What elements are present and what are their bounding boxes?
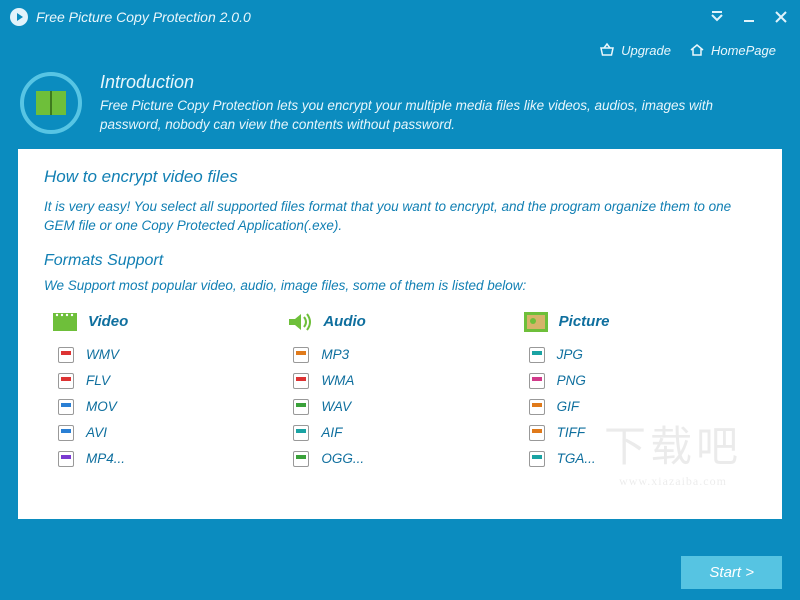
intro-title: Introduction [100, 72, 760, 93]
file-icon [293, 373, 309, 389]
file-icon [529, 373, 545, 389]
file-icon [529, 399, 545, 415]
titlebar: Free Picture Copy Protection 2.0.0 [0, 0, 800, 34]
list-item: JPG [523, 347, 748, 363]
video-icon [52, 311, 78, 333]
list-item: MP3 [287, 347, 512, 363]
list-item: PNG [523, 373, 748, 389]
list-item: WMA [287, 373, 512, 389]
list-item: MOV [52, 399, 277, 415]
column-audio: Audio MP3 WMA WAV AIF OGG... [287, 311, 512, 477]
column-audio-label: Audio [323, 313, 366, 330]
start-button[interactable]: Start > [681, 556, 782, 589]
file-icon [58, 399, 74, 415]
intro-icon [20, 72, 82, 134]
homepage-label: HomePage [711, 43, 776, 58]
file-icon [529, 347, 545, 363]
upgrade-label: Upgrade [621, 43, 671, 58]
column-video-label: Video [88, 313, 128, 330]
file-icon [58, 373, 74, 389]
file-icon [529, 425, 545, 441]
formats-subtitle: We Support most popular video, audio, im… [44, 278, 756, 293]
list-item: WMV [52, 347, 277, 363]
list-item: AIF [287, 425, 512, 441]
list-item: OGG... [287, 451, 512, 467]
column-video: Video WMV FLV MOV AVI MP4... [52, 311, 277, 477]
footer: Start > [681, 544, 782, 600]
watermark: 下载吧www.xiazaiba.com [604, 413, 742, 489]
dropdown-icon[interactable] [708, 8, 726, 26]
file-icon [58, 425, 74, 441]
home-icon [689, 42, 705, 58]
toolbar-links: Upgrade HomePage [0, 34, 800, 68]
list-item: FLV [52, 373, 277, 389]
file-icon [58, 347, 74, 363]
file-icon [58, 451, 74, 467]
file-icon [529, 451, 545, 467]
homepage-link[interactable]: HomePage [689, 42, 776, 58]
audio-icon [287, 311, 313, 333]
formats-title: Formats Support [44, 252, 756, 270]
howto-body: It is very easy! You select all supporte… [44, 197, 756, 236]
column-picture-label: Picture [559, 313, 610, 330]
list-item: MP4... [52, 451, 277, 467]
window-title: Free Picture Copy Protection 2.0.0 [36, 9, 251, 25]
intro-body: Free Picture Copy Protection lets you en… [100, 97, 760, 135]
window-controls [708, 8, 790, 26]
file-icon [293, 399, 309, 415]
list-item: WAV [287, 399, 512, 415]
picture-icon [523, 311, 549, 333]
start-label: Start > [709, 564, 754, 581]
file-icon [293, 451, 309, 467]
basket-icon [599, 42, 615, 58]
close-button[interactable] [772, 8, 790, 26]
book-icon [36, 91, 66, 115]
minimize-button[interactable] [740, 8, 758, 26]
intro-section: Introduction Free Picture Copy Protectio… [0, 68, 800, 149]
list-item: AVI [52, 425, 277, 441]
app-logo-icon [10, 8, 28, 26]
upgrade-link[interactable]: Upgrade [599, 42, 671, 58]
howto-title: How to encrypt video files [44, 167, 756, 187]
main-card: How to encrypt video files It is very ea… [18, 149, 782, 519]
file-icon [293, 347, 309, 363]
file-icon [293, 425, 309, 441]
